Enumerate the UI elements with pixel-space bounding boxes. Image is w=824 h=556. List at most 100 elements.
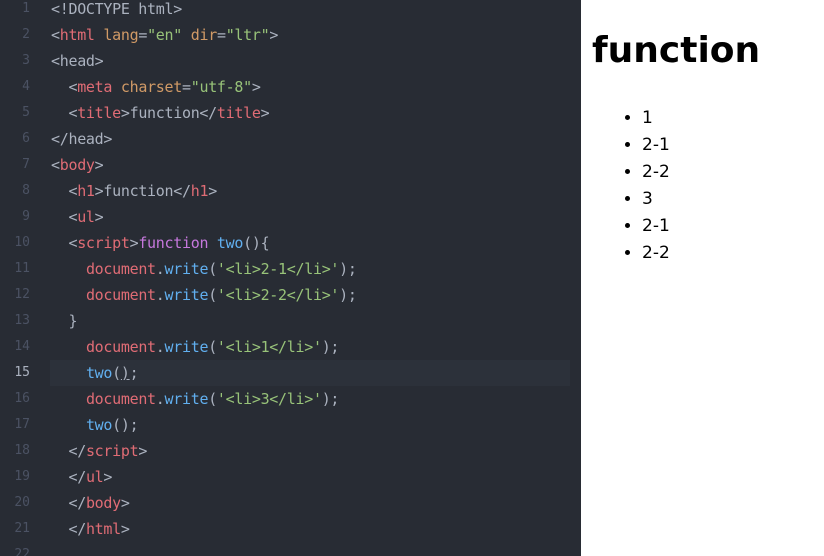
code-token: </ xyxy=(51,468,86,486)
line-number: 12 xyxy=(14,287,30,302)
code-line[interactable]: 11 document.write('<li>2-1</li>'); xyxy=(0,256,581,282)
code-token: document xyxy=(85,260,156,278)
code-line[interactable]: 4 <meta charset="utf-8"> xyxy=(0,74,581,100)
code-text: </script> xyxy=(51,438,147,464)
code-token: two xyxy=(216,234,244,252)
code-token: = xyxy=(182,78,191,96)
preview-list: 12-12-232-12-2 xyxy=(601,105,670,267)
code-line[interactable]: 19 </ul> xyxy=(0,464,581,490)
preview-heading: function xyxy=(592,30,761,71)
code-text: <h1>function</h1> xyxy=(51,178,217,204)
code-line[interactable]: 9 <ul> xyxy=(0,204,581,230)
code-text: </html> xyxy=(51,516,130,542)
line-number: 5 xyxy=(22,105,30,120)
code-token: "utf-8" xyxy=(190,78,252,96)
code-token: < xyxy=(51,78,78,96)
preview-pane: function 12-12-232-12-2 xyxy=(581,0,824,556)
code-token: write xyxy=(164,260,209,278)
code-text: document.write('<li>3</li>'); xyxy=(51,386,340,412)
code-token: (); xyxy=(112,416,139,434)
code-line[interactable]: 1 <!DOCTYPE html> xyxy=(0,0,581,22)
code-line[interactable]: 8 <h1>function</h1> xyxy=(0,178,581,204)
code-line[interactable]: 20 </body> xyxy=(0,490,581,516)
code-line[interactable]: 21 </html> xyxy=(0,516,581,542)
code-token: < xyxy=(51,182,78,200)
line-number: 6 xyxy=(22,131,30,146)
code-token: } xyxy=(51,312,78,330)
line-number: 9 xyxy=(22,209,30,224)
code-line[interactable]: 2 <html lang="en" dir="ltr"> xyxy=(0,22,581,48)
code-token: two xyxy=(85,416,113,434)
code-token: lang xyxy=(103,26,139,44)
code-editor[interactable]: 1 <!DOCTYPE html> 2 <html lang="en" dir="lt… xyxy=(0,0,581,556)
code-token: ( xyxy=(208,260,217,278)
code-line[interactable]: 6 </head> xyxy=(0,126,581,152)
code-line[interactable]: 13 } xyxy=(0,308,581,334)
code-token: title xyxy=(216,104,261,122)
code-token: > xyxy=(208,182,217,200)
code-token: <!DOCTYPE html> xyxy=(51,0,182,18)
code-token: > xyxy=(260,104,270,122)
code-text: <html lang="en" dir="ltr"> xyxy=(51,22,278,48)
code-token: > xyxy=(138,442,148,460)
preview-list-item: 2-1 xyxy=(642,132,670,159)
code-line[interactable]: 16 document.write('<li>3</li>'); xyxy=(0,386,581,412)
code-token: meta xyxy=(77,78,113,96)
preview-list-item: 2-2 xyxy=(642,159,670,186)
line-number: 14 xyxy=(14,339,30,354)
line-number: 20 xyxy=(14,495,30,510)
code-token: < xyxy=(51,104,78,122)
code-token: '<li>2-1</li>' xyxy=(216,260,340,278)
code-token: document xyxy=(85,390,156,408)
code-text: document.write('<li>1</li>'); xyxy=(51,334,340,360)
line-number: 15 xyxy=(14,365,30,380)
code-token: "ltr" xyxy=(225,26,270,44)
code-token: > xyxy=(120,520,130,538)
code-line[interactable]: 17 two(); xyxy=(0,412,581,438)
code-line[interactable]: 18 </script> xyxy=(0,438,581,464)
code-token: h1 xyxy=(190,182,209,200)
code-token: charset xyxy=(120,78,182,96)
code-token: ); xyxy=(321,390,340,408)
code-text: <meta charset="utf-8"> xyxy=(51,74,260,100)
code-token: ); xyxy=(321,338,340,356)
code-line[interactable]: 3 <head> xyxy=(0,48,581,74)
code-token: < xyxy=(51,26,60,44)
code-token: write xyxy=(164,338,209,356)
code-line[interactable]: 12 document.write('<li>2-2</li>'); xyxy=(0,282,581,308)
code-line[interactable]: 15 two(); xyxy=(0,360,581,386)
code-token: . xyxy=(155,286,165,304)
code-token: html xyxy=(85,520,121,538)
preview-list-item: 2-2 xyxy=(642,240,670,267)
code-text: document.write('<li>2-1</li>'); xyxy=(51,256,357,282)
code-line[interactable]: 22 xyxy=(0,542,581,556)
code-line[interactable]: 5 <title>function</title> xyxy=(0,100,581,126)
code-token: html xyxy=(59,26,95,44)
code-line[interactable]: 7 <body> xyxy=(0,152,581,178)
line-number: 18 xyxy=(14,443,30,458)
code-token: <head> xyxy=(51,52,104,70)
line-number: 3 xyxy=(22,53,30,68)
code-line[interactable]: 10 <script>function two(){ xyxy=(0,230,581,256)
code-token: document xyxy=(85,338,156,356)
code-line[interactable]: 14 document.write('<li>1</li>'); xyxy=(0,334,581,360)
code-text: <body> xyxy=(51,152,104,178)
code-text: </head> xyxy=(51,126,112,152)
line-number: 2 xyxy=(22,27,30,42)
code-text: </ul> xyxy=(51,464,112,490)
code-token: script xyxy=(85,442,139,460)
code-text: } xyxy=(51,308,77,334)
line-number: 7 xyxy=(22,157,30,172)
line-number: 21 xyxy=(14,521,30,536)
code-text: <!DOCTYPE html> xyxy=(51,0,182,22)
code-text: document.write('<li>2-2</li>'); xyxy=(51,282,357,308)
code-token: (){ xyxy=(243,234,270,252)
